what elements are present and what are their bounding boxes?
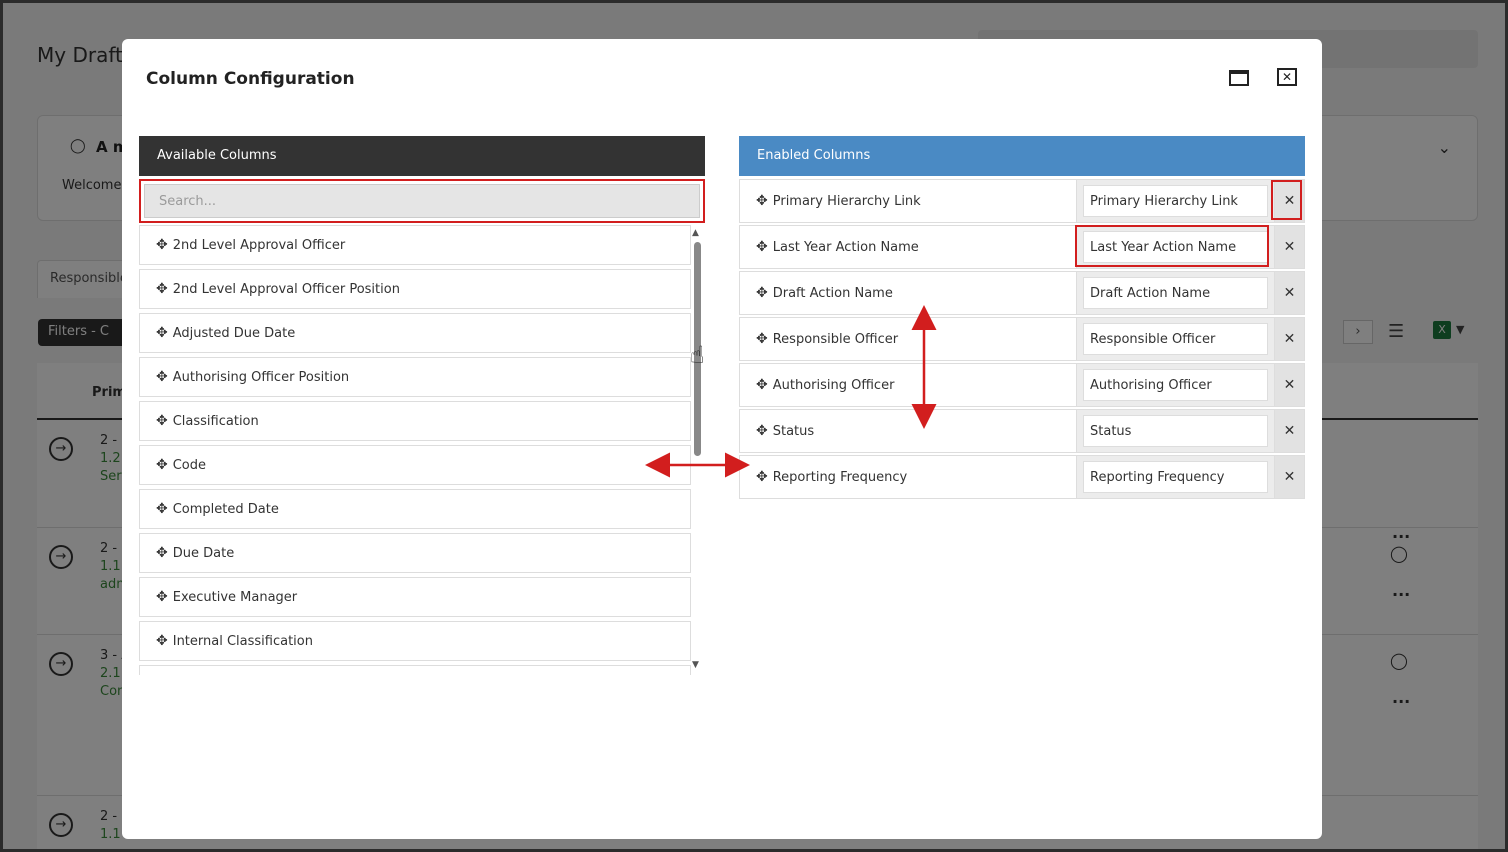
enabled-column-row[interactable]: ✥Primary Hierarchy Link ✕ [739, 179, 1305, 223]
column-title-input[interactable] [1083, 231, 1268, 263]
move-icon: ✥ [756, 469, 768, 485]
enabled-columns-list: ✥Primary Hierarchy Link ✕ ✥Last Year Act… [739, 179, 1305, 501]
move-icon: ✥ [756, 423, 768, 439]
list-item[interactable]: ✥ Classification [139, 401, 691, 441]
column-title-input[interactable] [1083, 185, 1268, 217]
remove-column-button[interactable]: ✕ [1274, 456, 1304, 498]
move-icon: ✥ [156, 501, 168, 517]
column-title-input[interactable] [1083, 415, 1268, 447]
scroll-up-icon[interactable]: ▲ [692, 228, 699, 238]
enabled-column-row[interactable]: ✥Status ✕ [739, 409, 1305, 453]
scroll-down-icon[interactable]: ▼ [692, 660, 699, 670]
remove-column-button[interactable]: ✕ [1274, 180, 1304, 222]
move-icon: ✥ [756, 239, 768, 255]
move-icon: ✥ [156, 633, 168, 649]
search-highlight [139, 179, 705, 223]
enabled-column-row[interactable]: ✥Last Year Action Name ✕ [739, 225, 1305, 269]
move-icon: ✥ [756, 377, 768, 393]
remove-column-button[interactable]: ✕ [1274, 410, 1304, 452]
hand-pointer-icon: ☝ [690, 341, 705, 369]
column-label: Authorising Officer [772, 377, 895, 393]
move-icon: ✥ [156, 413, 168, 429]
column-label: Responsible Officer [772, 331, 899, 347]
column-title-input[interactable] [1083, 461, 1268, 493]
list-item[interactable]: ✥ 2nd Level Approval Officer [139, 225, 691, 265]
column-configuration-modal: Column Configuration ✕ Available Columns… [122, 39, 1322, 839]
available-scrollbar[interactable]: ▲ ▼ [692, 228, 704, 674]
remove-column-button[interactable]: ✕ [1274, 272, 1304, 314]
list-item[interactable]: ✥ Internal Classification [139, 621, 691, 661]
column-label: Draft Action Name [772, 285, 893, 301]
column-title-input[interactable] [1083, 369, 1268, 401]
remove-column-button[interactable]: ✕ [1274, 364, 1304, 406]
window-maximize-icon[interactable] [1229, 70, 1249, 86]
close-icon[interactable]: ✕ [1277, 68, 1297, 86]
move-icon: ✥ [756, 193, 768, 209]
enabled-column-row[interactable]: ✥Authorising Officer ✕ [739, 363, 1305, 407]
column-label: Last Year Action Name [772, 239, 919, 255]
move-icon: ✥ [756, 285, 768, 301]
move-icon: ✥ [156, 325, 168, 341]
search-input[interactable] [144, 184, 700, 218]
move-icon: ✥ [156, 545, 168, 561]
list-item[interactable]: ✥ Executive Manager [139, 577, 691, 617]
move-icon: ✥ [156, 457, 168, 473]
remove-column-button[interactable]: ✕ [1274, 226, 1304, 268]
enabled-column-row[interactable]: ✥Reporting Frequency ✕ [739, 455, 1305, 499]
move-icon: ✥ [156, 369, 168, 385]
column-title-input[interactable] [1083, 323, 1268, 355]
enabled-columns-header: Enabled Columns [739, 136, 1305, 176]
list-item[interactable]: ✥ Due Date [139, 533, 691, 573]
available-columns-header: Available Columns [139, 136, 705, 176]
move-icon: ✥ [756, 331, 768, 347]
modal-title: Column Configuration [146, 69, 355, 89]
column-label: Reporting Frequency [772, 469, 908, 485]
move-icon: ✥ [156, 237, 168, 253]
enabled-column-row[interactable]: ✥Draft Action Name ✕ [739, 271, 1305, 315]
remove-column-button[interactable]: ✕ [1274, 318, 1304, 360]
enabled-column-row[interactable]: ✥Responsible Officer ✕ [739, 317, 1305, 361]
list-item[interactable]: ✥ Code [139, 445, 691, 485]
list-item[interactable]: ✥ Completed Date [139, 489, 691, 529]
move-icon: ✥ [156, 281, 168, 297]
available-columns-list: ✥ 2nd Level Approval Officer ✥ 2nd Level A… [139, 225, 691, 675]
list-item[interactable]: ✥ Authorising Officer Position [139, 357, 691, 397]
list-item[interactable]: ✥ Adjusted Due Date [139, 313, 691, 353]
move-icon: ✥ [156, 589, 168, 605]
list-item[interactable]: ✥ 2nd Level Approval Officer Position [139, 269, 691, 309]
column-title-input[interactable] [1083, 277, 1268, 309]
column-label: Status [772, 423, 815, 439]
list-item[interactable] [139, 665, 691, 675]
column-label: Primary Hierarchy Link [772, 193, 921, 209]
